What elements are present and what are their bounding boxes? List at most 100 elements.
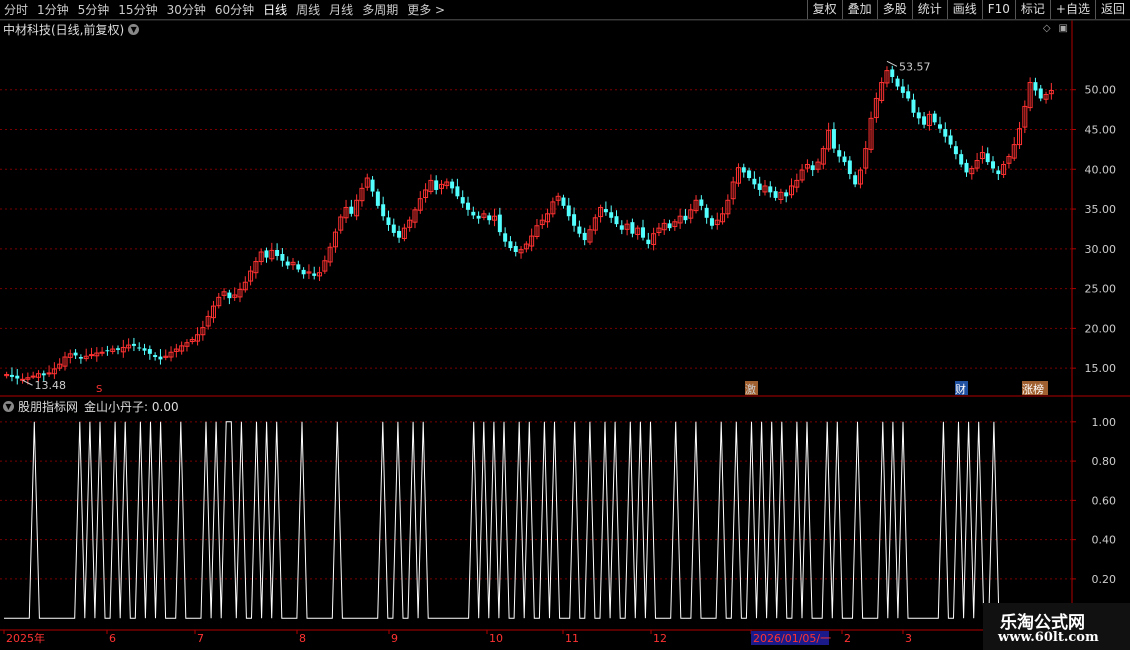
candle-body [503,233,508,242]
high-pointer [886,60,898,67]
date-label: 12 [653,632,667,645]
low-price-label: 13.48 [35,379,67,392]
candle-body [280,253,285,261]
candle-body [953,146,958,155]
candle-body [513,246,518,253]
candle-body [959,154,964,165]
candle-body [9,374,14,377]
candle-body [937,124,942,129]
candle-body [89,354,94,357]
date-label: 11 [565,632,579,645]
high-price-label: 53.57 [899,60,931,73]
candle-body [699,199,704,206]
indicator-tick-label: 0.20 [1092,573,1117,586]
candle-body [497,214,502,233]
date-label: 9 [391,632,398,645]
candle-body [943,129,948,137]
candle-body [78,357,83,359]
candle-body [784,192,789,197]
chevron-down-icon[interactable]: ▼ [3,401,14,412]
candle-body [391,224,396,233]
candle-body [450,181,455,189]
date-label: 8 [299,632,306,645]
candle-body [810,165,815,171]
candle-body [15,375,20,379]
chart-canvas[interactable]: 15.00 20.00 25.00 30.00 35.00 40.00 45.00 50.00… [0,0,1130,650]
indicator-value: 金山小丹子: 0.00 [84,400,179,414]
candle-body [895,78,900,87]
y-tick-label: 45.00 [1085,123,1117,136]
date-label: 2 [844,632,851,645]
indicator-tick-label: 0.60 [1092,494,1117,507]
indicator-source: 股朋指标网 [18,400,79,414]
candle-body [704,207,709,218]
candle-body [99,351,105,354]
candle-body [741,167,746,173]
candle-body [476,215,481,219]
candle-body [853,175,858,185]
indicator-line [4,421,1000,619]
candle-body [460,197,465,204]
y-tick-label: 35.00 [1085,203,1117,216]
candle-body [837,150,842,157]
indicator-tick-label: 0.80 [1092,455,1117,468]
y-tick-label: 25.00 [1085,283,1117,296]
candle-body [471,211,476,216]
date-label: 3 [905,632,912,645]
candle-body [991,161,996,169]
candle-body [466,202,471,210]
candle-body [105,350,110,352]
indicator-title-row: ▼ 股朋指标网 金山小丹子: 0.00 [3,398,179,415]
candle-body [397,230,402,238]
candle-body [137,347,142,349]
candle-body [158,356,163,360]
candle-body [911,99,916,113]
candle-body [386,217,391,225]
candle-body [572,214,577,226]
candle-body [900,86,905,93]
candle-body [847,160,852,175]
candle-body [566,205,571,217]
candle-body [20,378,26,381]
candle-body [73,352,78,356]
candle-body [619,225,624,230]
candle-body [153,355,158,358]
candle-body [116,348,121,350]
window-toggle-icon[interactable]: ▣ [1059,23,1068,34]
candle-body [996,170,1001,175]
candle-body [1038,88,1043,99]
candle-body [831,129,836,149]
y-tick-label: 30.00 [1085,243,1117,256]
date-label: 6 [109,632,116,645]
indicator-tick-label: 1.00 [1092,416,1117,429]
candle-body [375,191,380,206]
candle-body [577,226,582,234]
diamond-icon[interactable]: ◇ [1043,23,1051,34]
candle-body [667,223,672,229]
candle-body [131,343,136,346]
candle-body [147,349,152,354]
candle-body [890,69,895,77]
chart-top-icons: ◇ ▣ [1043,23,1068,34]
candle-body [630,222,635,234]
candle-body [582,232,587,241]
limit-up-marker: 涨榜 [1022,382,1044,396]
candle-body [757,183,762,190]
candle-body [752,178,757,185]
date-label: 10 [489,632,503,645]
candle-body [285,261,290,266]
candle-body [709,218,714,226]
candle-body [487,215,492,221]
chevron-down-icon[interactable]: ▼ [128,24,140,35]
y-tick-label: 50.00 [1085,84,1117,97]
candle-body [768,186,773,193]
watermark-url: www.60lt.com [998,630,1099,645]
candle-body [275,250,280,256]
stock-title: 中材科技(日线,前复权) [3,23,125,37]
candle-body [381,204,386,217]
candle-body [227,292,232,299]
stock-title-row: 中材科技(日线,前复权) ▼ [3,21,140,38]
candle-body [46,372,52,375]
activity-marker: 激 [745,382,756,396]
candle-body [455,186,460,197]
